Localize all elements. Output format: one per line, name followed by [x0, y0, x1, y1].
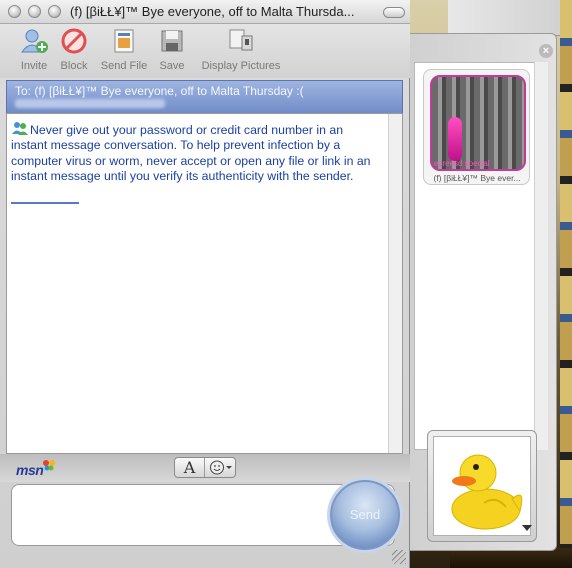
recipient-bar: To: (f) [βiŁŁ¥]™ Bye everyone, off to Ma…: [6, 80, 403, 114]
format-controls: A: [174, 457, 236, 478]
block-button[interactable]: Block: [56, 26, 92, 76]
save-icon: [161, 30, 183, 52]
recipient-line: To: (f) [βiŁŁ¥]™ Bye everyone, off to Ma…: [15, 84, 304, 98]
conversation-window: (f) [βiŁŁ¥]™ Bye everyone, off to Malta …: [0, 0, 410, 568]
msn-logo: msn: [16, 459, 56, 478]
save-label: Save: [159, 60, 185, 72]
drawer-close-button[interactable]: ×: [539, 44, 553, 58]
block-icon: [61, 28, 87, 54]
my-display-picture-button[interactable]: [427, 430, 537, 542]
recipient-email-blurred: [15, 99, 165, 108]
contact-picture-card[interactable]: ecreesd special (f) [βiŁŁ¥]™ Bye ever...: [423, 69, 530, 185]
contact-display-picture: ecreesd special: [430, 75, 526, 171]
msn-buddy-icon: [12, 122, 28, 135]
display-pictures-button[interactable]: Display Pictures: [196, 26, 286, 76]
send-button[interactable]: Send: [330, 480, 400, 550]
save-button[interactable]: Save: [154, 26, 190, 76]
contact-picture-panel: ecreesd special (f) [βiŁŁ¥]™ Bye ever...: [414, 62, 546, 450]
smiley-icon: [210, 460, 232, 475]
picture-detail: [448, 117, 462, 161]
block-label: Block: [60, 60, 88, 72]
conversation-transcript[interactable]: Never give out your password or credit c…: [6, 113, 403, 454]
message-separator: [11, 202, 79, 204]
invite-person-icon: [21, 29, 48, 53]
transcript-scrollbar[interactable]: [388, 114, 402, 453]
rubber-duck-picture: [451, 454, 523, 530]
resize-grip[interactable]: [392, 550, 406, 564]
contact-picture-caption: ecreesd special: [434, 159, 490, 168]
toolbar: Invite Block Send File Save Display Pict…: [0, 24, 410, 78]
desktop-right-edge: [560, 0, 572, 568]
contact-picture-name: (f) [βiŁŁ¥]™ Bye ever...: [433, 173, 521, 183]
display-pictures-icon: [229, 29, 253, 51]
desktop-bottom: [450, 548, 572, 568]
security-warning: Never give out your password or credit c…: [11, 121, 373, 185]
invite-button[interactable]: Invite: [14, 26, 54, 76]
zoom-window-button[interactable]: [48, 5, 61, 18]
msn-butterfly-icon: [43, 460, 56, 471]
font-button[interactable]: A: [175, 458, 205, 477]
emoticon-button[interactable]: [205, 458, 235, 477]
toolbar-toggle-button[interactable]: [383, 7, 405, 18]
send-file-label: Send File: [100, 60, 148, 72]
minimize-window-button[interactable]: [28, 5, 41, 18]
display-pictures-drawer: × ecreesd special (f) [βiŁŁ¥]™ Bye ever.…: [410, 33, 557, 551]
msn-logo-text: msn: [16, 462, 44, 478]
drawer-scrollbar[interactable]: [534, 62, 548, 450]
my-display-picture: [433, 436, 532, 536]
invite-label: Invite: [20, 60, 48, 72]
picture-menu-chevron-icon[interactable]: [522, 525, 532, 531]
close-window-button[interactable]: [8, 5, 21, 18]
display-pictures-label: Display Pictures: [201, 60, 281, 72]
send-file-button[interactable]: Send File: [96, 26, 152, 76]
send-file-icon: [114, 29, 134, 53]
background-window-strip: [448, 0, 572, 36]
security-warning-text: Never give out your password or credit c…: [11, 123, 371, 184]
window-title: (f) [βiŁŁ¥]™ Bye everyone, off to Malta …: [70, 4, 355, 19]
format-bar: msn A: [0, 454, 410, 482]
title-bar[interactable]: (f) [βiŁŁ¥]™ Bye everyone, off to Malta …: [0, 0, 410, 24]
